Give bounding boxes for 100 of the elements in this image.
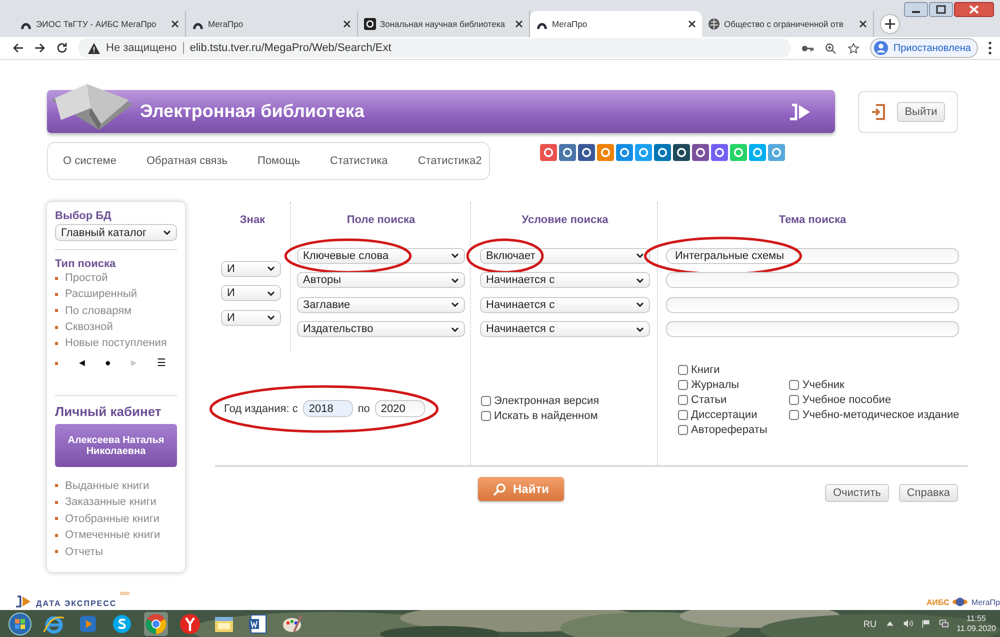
cabinet-link[interactable]: Отмеченные книги (65, 529, 160, 542)
forward-icon[interactable] (34, 42, 46, 54)
back-icon[interactable] (12, 42, 24, 54)
checkbox[interactable] (481, 411, 491, 421)
checkbox[interactable] (481, 396, 491, 406)
reload-icon[interactable] (56, 42, 68, 54)
cabinet-link[interactable]: Выданные книги (65, 480, 150, 492)
planet-icon (952, 596, 968, 608)
checkbox[interactable] (678, 364, 688, 374)
checkbox[interactable] (678, 410, 688, 420)
cabinet-link[interactable]: Заказанные книги (65, 496, 156, 508)
checkbox[interactable] (789, 380, 800, 390)
year-to-field[interactable]: 2020 (374, 400, 425, 417)
nav-link[interactable]: Помощь (258, 155, 300, 167)
close-icon[interactable] (171, 20, 179, 28)
browser-tab[interactable]: МегаПро (186, 11, 358, 37)
nav-link[interactable]: Статистика2 (418, 155, 482, 167)
database-dropdown[interactable]: Главный каталог (55, 224, 177, 241)
field-dropdown[interactable]: Издательство (297, 321, 465, 337)
profile-button[interactable]: Приостановлена (870, 38, 978, 58)
condition-dropdown[interactable]: Включает (480, 248, 650, 264)
minimize-icon[interactable] (904, 2, 928, 17)
bullet-icon (55, 534, 58, 537)
star-icon[interactable] (847, 42, 860, 54)
share-icon[interactable] (673, 144, 690, 161)
condition-dropdown[interactable]: Начинается с (480, 321, 650, 337)
option-label: Искать в найденном (494, 410, 598, 422)
checkbox[interactable] (789, 410, 800, 420)
bullet-icon (55, 309, 58, 312)
operator-dropdown[interactable]: И (221, 285, 281, 301)
search-term-field[interactable] (666, 321, 959, 337)
new-tab-icon[interactable] (880, 14, 900, 34)
doc-type-label: Статьи (691, 394, 727, 406)
year-from-field[interactable]: 2018 (302, 400, 353, 417)
close-icon[interactable] (859, 20, 867, 28)
share-icon[interactable] (654, 144, 671, 161)
product-name: МегаПр (971, 598, 1000, 606)
share-icon[interactable] (711, 144, 728, 161)
field-dropdown[interactable]: Ключевые слова (297, 248, 465, 264)
language-indicator[interactable]: RU (864, 618, 877, 628)
doc-type-label: Авторефераты (691, 424, 768, 436)
caret-icon (451, 278, 459, 282)
chrome-icon[interactable] (144, 612, 168, 636)
condition-dropdown[interactable]: Начинается с (480, 296, 650, 312)
start-button[interactable] (8, 612, 32, 636)
search-type-link[interactable]: Новые поступления (65, 337, 167, 350)
search-type-link[interactable]: Простой (65, 272, 108, 284)
search-term-field[interactable]: Интегральные схемы (666, 248, 959, 264)
close-icon[interactable] (688, 20, 696, 28)
clock-time[interactable]: 11:55 (966, 614, 986, 624)
clear-button[interactable]: Очистить (824, 484, 889, 502)
browser-tab[interactable]: ЭИОС ТвГТУ - АИБС МегаПро (14, 11, 186, 37)
logout-button[interactable]: Выйти (896, 102, 946, 122)
zoom-icon[interactable] (824, 42, 838, 54)
url-text: elib.tstu.tver.ru/MegaPro/Web/Search/Ext (190, 42, 392, 54)
help-button[interactable]: Справка (898, 484, 958, 502)
close-icon[interactable] (515, 20, 523, 28)
share-icon[interactable] (559, 144, 576, 161)
browser-tab[interactable]: Зональная научная библиотека (358, 11, 530, 37)
search-type-link[interactable]: По словарям (65, 304, 132, 317)
operator-dropdown[interactable]: И (221, 310, 281, 326)
user-button[interactable]: Алексеева Наталья Николаевна (55, 424, 177, 468)
search-type-link[interactable]: Сквозной (65, 321, 113, 334)
search-term-field[interactable] (666, 272, 959, 288)
nav-link[interactable]: О системе (63, 155, 116, 167)
checkbox[interactable] (789, 394, 800, 404)
share-icon[interactable] (578, 144, 595, 161)
browser-tab[interactable]: МегаПро (530, 11, 702, 37)
key-icon[interactable] (801, 42, 814, 54)
checkbox[interactable] (678, 394, 688, 404)
site-title: Электронная библиотека (140, 101, 366, 122)
close-icon[interactable] (343, 20, 351, 28)
maximize-icon[interactable] (929, 2, 953, 17)
browser-tab[interactable]: Общество с ограниченной отв (702, 11, 874, 37)
pager-control[interactable]: ● (104, 358, 111, 369)
y-browser-icon[interactable] (178, 612, 202, 636)
field-dropdown[interactable]: Заглавие (297, 296, 465, 312)
nav-link[interactable]: Обратная связь (146, 155, 228, 167)
share-icon[interactable] (692, 144, 709, 161)
nav-link[interactable]: Статистика (330, 155, 388, 167)
operator-dropdown[interactable]: И (221, 260, 281, 276)
field-dropdown[interactable]: Авторы (297, 272, 465, 288)
network-icon[interactable] (938, 619, 949, 628)
pager-control[interactable]: ☰ (156, 357, 166, 370)
up-arrow-icon[interactable] (884, 619, 895, 628)
menu-icon[interactable] (988, 41, 992, 55)
checkbox[interactable] (678, 424, 688, 434)
search-type-link[interactable]: Расширенный (65, 288, 137, 300)
cabinet-link[interactable]: Отчеты (65, 546, 104, 558)
clock-date[interactable]: 11.09.2020 (956, 624, 996, 634)
speaker-icon[interactable] (902, 619, 913, 628)
flag-icon[interactable] (920, 619, 931, 628)
caret-icon (636, 302, 644, 307)
cabinet-link[interactable]: Отобранные книги (65, 512, 160, 525)
condition-dropdown[interactable]: Начинается с (480, 272, 650, 288)
close-icon[interactable] (954, 2, 994, 17)
search-term-field[interactable] (666, 296, 959, 312)
address-field[interactable]: Не защищено elib.tstu.tver.ru/MegaPro/Web/Search/Ext (78, 38, 792, 58)
checkbox[interactable] (678, 380, 688, 390)
pager-control[interactable]: ◄ (77, 358, 87, 369)
